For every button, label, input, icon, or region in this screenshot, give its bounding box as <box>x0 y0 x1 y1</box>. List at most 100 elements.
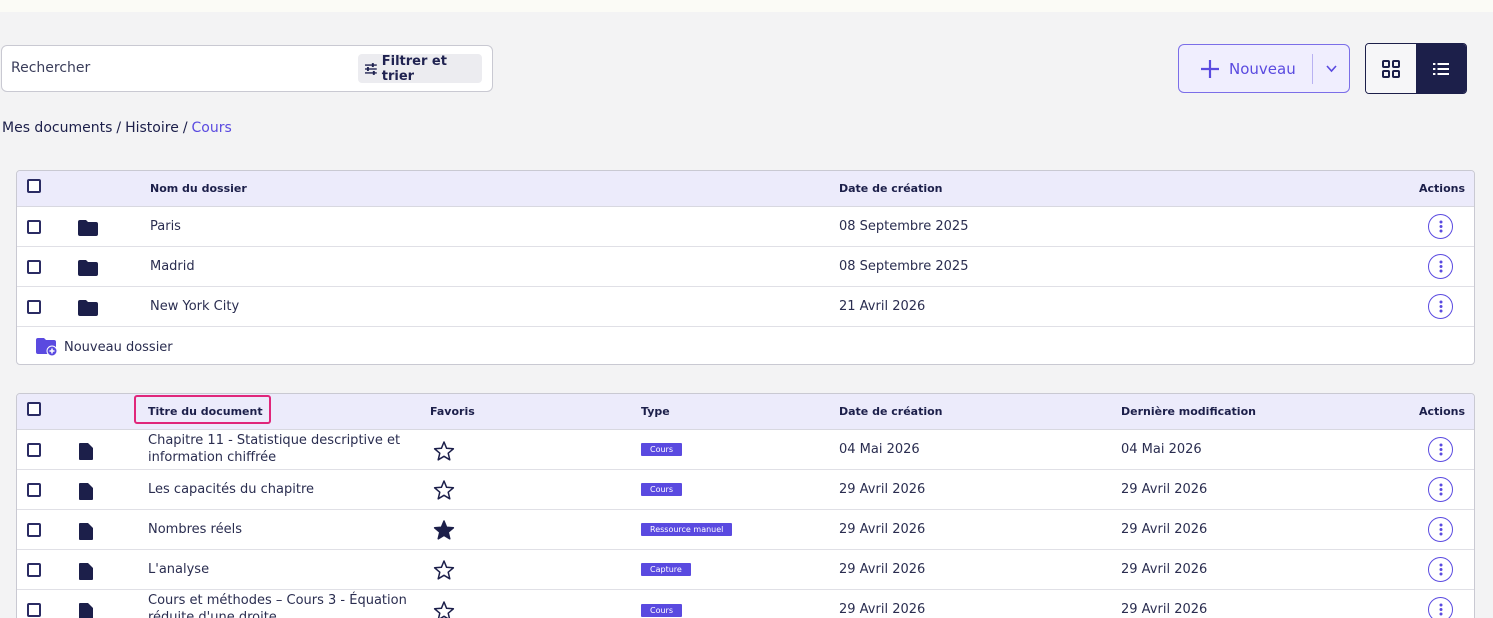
breadcrumb-root[interactable]: Mes documents <box>2 120 112 136</box>
document-modified: 29 Avril 2026 <box>1121 602 1208 617</box>
row-checkbox[interactable] <box>27 603 41 617</box>
plus-icon <box>1201 59 1219 78</box>
new-button[interactable]: Nouveau <box>1178 44 1350 93</box>
folder-name[interactable]: Paris <box>150 219 181 234</box>
row-actions-button[interactable] <box>1428 597 1453 618</box>
new-main-button[interactable]: Nouveau <box>1179 45 1312 92</box>
document-icon <box>79 523 93 540</box>
document-icon <box>79 603 93 618</box>
row-checkbox[interactable] <box>27 523 41 537</box>
documents-table-header: Titre du document Favoris Type Date de c… <box>17 394 1474 430</box>
row-checkbox[interactable] <box>27 260 41 274</box>
breadcrumb-current: Cours <box>191 120 232 136</box>
folder-name[interactable]: New York City <box>150 299 239 314</box>
row-actions-button[interactable] <box>1428 437 1453 462</box>
document-title[interactable]: Nombres réels <box>148 522 242 537</box>
type-badge: Cours <box>641 604 683 617</box>
row-actions-button[interactable] <box>1428 214 1453 239</box>
top-band <box>0 0 1493 12</box>
star-outline-icon[interactable] <box>433 440 455 462</box>
folder-actions-header: Actions <box>1419 182 1465 195</box>
list-icon <box>1433 62 1449 75</box>
more-vertical-icon <box>1439 220 1442 233</box>
document-created: 29 Avril 2026 <box>839 562 926 577</box>
document-icon <box>79 443 93 460</box>
last-modified-header[interactable]: Dernière modification <box>1121 405 1256 418</box>
more-vertical-icon <box>1439 603 1442 616</box>
type-badge: Cours <box>641 443 683 456</box>
document-title[interactable]: L'analyse <box>148 562 209 577</box>
breadcrumb-separator: / <box>182 120 188 136</box>
breadcrumb-separator: / <box>116 120 122 136</box>
more-vertical-icon <box>1439 260 1442 273</box>
row-actions-button[interactable] <box>1428 517 1453 542</box>
document-title[interactable]: Chapitre 11 - Statistique descriptive et… <box>148 432 408 466</box>
select-all-folders-checkbox[interactable] <box>27 179 41 193</box>
folder-created-header[interactable]: Date de création <box>839 182 943 195</box>
folder-icon <box>78 220 98 236</box>
document-created: 29 Avril 2026 <box>839 482 926 497</box>
search-input[interactable]: Rechercher Filtrer et trier <box>1 45 493 92</box>
row-checkbox[interactable] <box>27 300 41 314</box>
document-row[interactable]: Nombres réels Ressource manuel 29 Avril … <box>17 510 1474 550</box>
type-header[interactable]: Type <box>641 405 670 418</box>
document-title[interactable]: Cours et méthodes – Cours 3 - Équation r… <box>148 592 408 618</box>
star-outline-icon[interactable] <box>433 559 455 581</box>
document-modified: 29 Avril 2026 <box>1121 522 1208 537</box>
document-row[interactable]: Chapitre 11 - Statistique descriptive et… <box>17 430 1474 470</box>
star-filled-icon[interactable] <box>433 519 455 541</box>
document-row[interactable]: L'analyse Capture 29 Avril 2026 29 Avril… <box>17 550 1474 590</box>
document-created: 29 Avril 2026 <box>839 602 926 617</box>
folder-icon <box>78 260 98 276</box>
folders-table: Nom du dossier Date de création Actions … <box>16 170 1475 365</box>
folder-name-header[interactable]: Nom du dossier <box>150 182 247 195</box>
row-actions-button[interactable] <box>1428 557 1453 582</box>
row-checkbox[interactable] <box>27 443 41 457</box>
row-checkbox[interactable] <box>27 483 41 497</box>
document-row[interactable]: Les capacités du chapitre Cours 29 Avril… <box>17 470 1474 510</box>
document-created-header[interactable]: Date de création <box>839 405 943 418</box>
sliders-icon <box>364 62 377 75</box>
new-dropdown-toggle[interactable] <box>1313 62 1349 75</box>
more-vertical-icon <box>1439 300 1442 313</box>
document-modified: 29 Avril 2026 <box>1121 482 1208 497</box>
folder-row[interactable]: New York City 21 Avril 2026 <box>17 287 1474 327</box>
star-outline-icon[interactable] <box>433 600 455 618</box>
row-actions-button[interactable] <box>1428 477 1453 502</box>
document-actions-header: Actions <box>1419 405 1465 418</box>
document-modified: 04 Mai 2026 <box>1121 442 1202 457</box>
filter-sort-button[interactable]: Filtrer et trier <box>358 54 482 84</box>
document-icon <box>79 483 93 500</box>
document-created: 29 Avril 2026 <box>839 522 926 537</box>
folder-name[interactable]: Madrid <box>150 259 195 274</box>
view-toggle <box>1365 43 1467 94</box>
folder-created: 08 Septembre 2025 <box>839 219 969 234</box>
row-actions-button[interactable] <box>1428 254 1453 279</box>
row-checkbox[interactable] <box>27 563 41 577</box>
type-badge: Cours <box>641 483 683 496</box>
folders-table-header: Nom du dossier Date de création Actions <box>17 171 1474 207</box>
row-checkbox[interactable] <box>27 220 41 234</box>
documents-table: Titre du document Favoris Type Date de c… <box>16 393 1475 618</box>
folder-row[interactable]: Paris 08 Septembre 2025 <box>17 207 1474 247</box>
star-outline-icon[interactable] <box>433 479 455 501</box>
document-title[interactable]: Les capacités du chapitre <box>148 482 314 497</box>
breadcrumb: Mes documents / Histoire / Cours <box>2 120 232 136</box>
row-actions-button[interactable] <box>1428 294 1453 319</box>
more-vertical-icon <box>1439 483 1442 496</box>
folder-created: 21 Avril 2026 <box>839 299 926 314</box>
more-vertical-icon <box>1439 563 1442 576</box>
document-title-header[interactable]: Titre du document <box>148 405 263 418</box>
document-modified: 29 Avril 2026 <box>1121 562 1208 577</box>
document-row[interactable]: Cours et méthodes – Cours 3 - Équation r… <box>17 590 1474 618</box>
favorites-header[interactable]: Favoris <box>430 405 475 418</box>
more-vertical-icon <box>1439 523 1442 536</box>
list-view-button[interactable] <box>1416 44 1466 93</box>
select-all-documents-checkbox[interactable] <box>27 402 41 416</box>
breadcrumb-histoire[interactable]: Histoire <box>125 120 179 136</box>
document-created: 04 Mai 2026 <box>839 442 920 457</box>
grid-view-button[interactable] <box>1366 44 1416 93</box>
folder-row[interactable]: Madrid 08 Septembre 2025 <box>17 247 1474 287</box>
new-folder-button[interactable]: Nouveau dossier <box>36 338 173 356</box>
grid-icon <box>1382 59 1400 78</box>
